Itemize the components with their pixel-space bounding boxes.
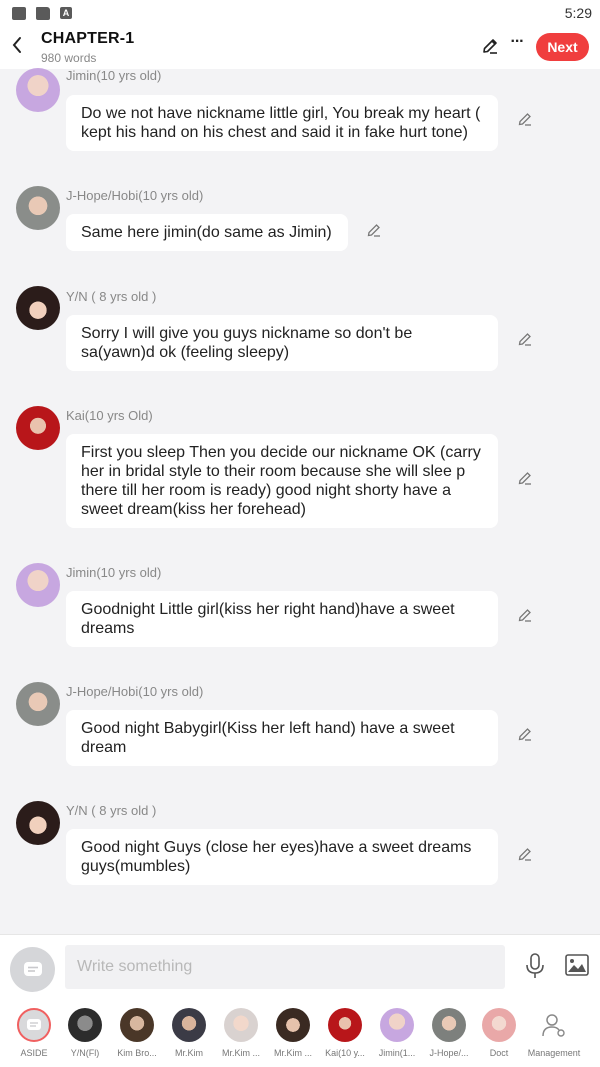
edit-message-button[interactable]: [365, 221, 383, 239]
message-item: Jimin(10 yrs old) Goodnight Little girl(…: [0, 563, 600, 658]
message-bubble[interactable]: First you sleep Then you decide our nick…: [66, 434, 498, 528]
character-label: ASIDE: [20, 1048, 48, 1058]
character-chip[interactable]: Mr.Kim ...: [268, 1008, 318, 1058]
pencil-icon: [367, 224, 380, 237]
message-bubble[interactable]: Good night Guys (close her eyes)have a s…: [66, 829, 498, 885]
speaker-name: Jimin(10 yrs old): [66, 565, 162, 580]
avatar-kai[interactable]: [16, 406, 60, 450]
character-label: Mr.Kim ...: [222, 1048, 260, 1058]
more-options-button[interactable]: ···: [507, 34, 527, 54]
message-item: Y/N ( 8 yrs old ) Sorry I will give you …: [0, 286, 600, 381]
pencil-icon: [518, 472, 531, 485]
avatar: [482, 1008, 516, 1042]
microphone-icon: [526, 953, 544, 978]
character-chip[interactable]: Y/N(Fl): [60, 1008, 110, 1058]
message-input[interactable]: [65, 945, 505, 989]
edit-message-button[interactable]: [516, 469, 534, 487]
a-icon: A: [60, 7, 72, 19]
avatar: [68, 1008, 102, 1042]
edit-message-button[interactable]: [516, 606, 534, 624]
avatar: [328, 1008, 362, 1042]
character-label: Mr.Kim ...: [274, 1048, 312, 1058]
edit-message-button[interactable]: [516, 725, 534, 743]
back-button[interactable]: [8, 34, 26, 56]
image-icon: [565, 954, 589, 976]
avatar-jhope[interactable]: [16, 682, 60, 726]
character-label: J-Hope/...: [429, 1048, 469, 1058]
chevron-left-icon: [12, 37, 21, 53]
character-chip[interactable]: Doct: [474, 1008, 524, 1058]
character-label: Kim Bro...: [117, 1048, 157, 1058]
edit-message-button[interactable]: [516, 110, 534, 128]
speaker-name: Jimin(10 yrs old): [66, 68, 162, 83]
insert-image-button[interactable]: [564, 953, 590, 977]
avatar-yn[interactable]: [16, 801, 60, 845]
character-chip[interactable]: Jimin(1...: [372, 1008, 422, 1058]
avatar-jhope[interactable]: [16, 186, 60, 230]
manage-characters-icon: [537, 1008, 571, 1042]
character-chip[interactable]: Kai(10 y...: [320, 1008, 370, 1058]
character-chip[interactable]: Kim Bro...: [112, 1008, 162, 1058]
speaker-name: J-Hope/Hobi(10 yrs old): [66, 684, 204, 699]
speaker-name: Y/N ( 8 yrs old ): [66, 803, 157, 818]
character-aside[interactable]: ASIDE: [9, 1008, 59, 1058]
chapter-header: CHAPTER-1 980 words ··· Next: [0, 26, 600, 69]
character-chip[interactable]: Mr.Kim: [164, 1008, 214, 1058]
speaker-name: J-Hope/Hobi(10 yrs old): [66, 188, 204, 203]
status-bar: A 5:29: [0, 0, 600, 26]
message-bubble[interactable]: Good night Babygirl(Kiss her left hand) …: [66, 710, 498, 766]
character-label: Jimin(1...: [378, 1048, 416, 1058]
pencil-icon: [518, 848, 531, 861]
avatar-jimin[interactable]: [16, 68, 60, 112]
edit-message-button[interactable]: [516, 845, 534, 863]
character-chip[interactable]: Mr.Kim ...: [216, 1008, 266, 1058]
avatar-yn[interactable]: [16, 286, 60, 330]
compose-bar: [0, 934, 600, 1000]
aside-icon: [17, 1008, 51, 1042]
pencil-icon: [518, 113, 531, 126]
message-item: Jimin(10 yrs old) Do we not have nicknam…: [0, 68, 600, 168]
avatar: [432, 1008, 466, 1042]
character-label: Y/N(Fl): [70, 1048, 100, 1058]
avatar-jimin[interactable]: [16, 563, 60, 607]
message-item: Kai(10 yrs Old) First you sleep Then you…: [0, 406, 600, 536]
next-button[interactable]: Next: [536, 33, 589, 61]
character-chip[interactable]: J-Hope/...: [424, 1008, 474, 1058]
avatar: [380, 1008, 414, 1042]
character-label: Mr.Kim: [175, 1048, 203, 1058]
message-item: Y/N ( 8 yrs old ) Good night Guys (close…: [0, 801, 600, 896]
folder-icon: [36, 6, 50, 20]
pen-icon: [483, 39, 497, 54]
avatar: [224, 1008, 258, 1042]
microphone-button[interactable]: [524, 952, 546, 980]
pencil-icon: [518, 609, 531, 622]
edit-chapter-button[interactable]: [480, 36, 500, 56]
pencil-icon: [518, 333, 531, 346]
message-item: J-Hope/Hobi(10 yrs old) Same here jimin(…: [0, 186, 600, 266]
clock: 5:29: [564, 5, 592, 21]
speaker-name: Kai(10 yrs Old): [66, 408, 153, 423]
pencil-icon: [518, 728, 531, 741]
character-bar: ASIDE Y/N(Fl) Kim Bro... Mr.Kim Mr.Kim .…: [0, 1000, 600, 1067]
avatar: [120, 1008, 154, 1042]
message-bubble[interactable]: Goodnight Little girl(kiss her right han…: [66, 591, 498, 647]
message-bubble[interactable]: Same here jimin(do same as Jimin): [66, 214, 348, 251]
image-icon: [12, 6, 26, 20]
word-count: 980 words: [41, 51, 97, 65]
aside-toggle-button[interactable]: [10, 947, 55, 992]
edit-message-button[interactable]: [516, 330, 534, 348]
message-bubble[interactable]: Do we not have nickname little girl, You…: [66, 95, 498, 151]
avatar: [276, 1008, 310, 1042]
character-label: Kai(10 y...: [325, 1048, 365, 1058]
message-item: J-Hope/Hobi(10 yrs old) Good night Babyg…: [0, 682, 600, 777]
avatar: [172, 1008, 206, 1042]
chat-bubble-icon: [23, 961, 42, 976]
character-label: Management: [527, 1048, 581, 1058]
page-title: CHAPTER-1: [41, 30, 135, 47]
character-management[interactable]: Management: [524, 1008, 584, 1058]
character-label: Doct: [489, 1048, 509, 1058]
message-bubble[interactable]: Sorry I will give you guys nickname so d…: [66, 315, 498, 371]
speaker-name: Y/N ( 8 yrs old ): [66, 289, 157, 304]
